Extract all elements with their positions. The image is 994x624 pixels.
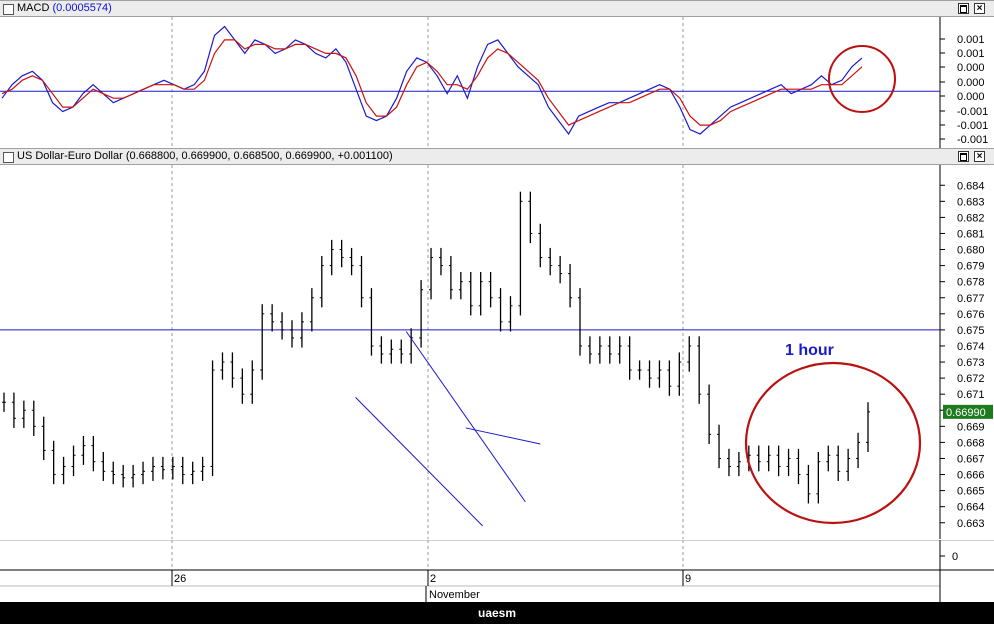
price-tick-label-13: 0.676 bbox=[957, 309, 985, 321]
price-tick-label-8: 0.671 bbox=[957, 389, 985, 401]
price-pane-header: US Dollar-Euro Dollar (0.668800, 0.66990… bbox=[0, 148, 994, 165]
price-maximize-button[interactable] bbox=[958, 151, 969, 162]
macd-tick-label-4: 0.000 bbox=[957, 91, 985, 103]
price-tick-label-9: 0.672 bbox=[957, 373, 985, 385]
price-tick-label-18: 0.681 bbox=[957, 228, 985, 240]
price-tick-label-14: 0.677 bbox=[957, 293, 985, 305]
price-close-button[interactable]: × bbox=[974, 151, 985, 162]
price-tick-label-17: 0.680 bbox=[957, 245, 985, 257]
macd-tick-label-6: -0.001 bbox=[957, 120, 988, 132]
price-trendline-2 bbox=[465, 427, 541, 445]
price-tick-label-4: 0.667 bbox=[957, 453, 985, 465]
price-tick-label-5: 0.668 bbox=[957, 437, 985, 449]
price-values: (0.668800, 0.669900, 0.668500, 0.669900,… bbox=[125, 150, 393, 162]
footer-bar: uaesm bbox=[0, 602, 994, 624]
macd-tick-label-5: -0.001 bbox=[957, 106, 988, 118]
macd-pane-header: MACD (0.0005574) × bbox=[0, 0, 994, 17]
macd-chart: 0.001 0.001 0.000 0.000 0.000 -0.001 -0.001 -0.… bbox=[0, 17, 988, 148]
price-highlight-circle bbox=[744, 361, 922, 525]
x-tick-label-0: 26 bbox=[174, 573, 186, 585]
price-tick-label-20: 0.683 bbox=[957, 196, 985, 208]
price-current-label: 0.66990 bbox=[946, 407, 986, 419]
price-title: US Dollar-Euro Dollar bbox=[17, 150, 123, 162]
macd-tick-label-7: -0.001 bbox=[957, 134, 988, 146]
macd-tick-label-2: 0.000 bbox=[957, 62, 985, 74]
price-pane-checkbox[interactable] bbox=[3, 152, 14, 163]
lower-pane: 0 26 2 9 November bbox=[0, 540, 994, 602]
lower-tick-label: 0 bbox=[952, 551, 958, 563]
price-chart: 0.6630.6640.6650.6660.6670.6680.6690.670… bbox=[0, 165, 993, 539]
price-trendline-0 bbox=[355, 397, 484, 527]
price-tick-label-11: 0.674 bbox=[957, 341, 985, 353]
macd-title: MACD bbox=[17, 2, 50, 14]
price-tick-label-16: 0.679 bbox=[957, 261, 985, 273]
price-tick-label-15: 0.678 bbox=[957, 277, 985, 289]
macd-tick-label-0: 0.001 bbox=[957, 34, 985, 46]
price-pane-title: US Dollar-Euro Dollar (0.668800, 0.66990… bbox=[17, 150, 393, 162]
macd-pane: MACD (0.0005574) × 0.001 0.001 0.000 0.000 0… bbox=[0, 0, 994, 148]
price-tick-label-12: 0.675 bbox=[957, 325, 985, 337]
macd-maximize-button[interactable] bbox=[958, 3, 969, 14]
timeframe-annotation: 1 hour bbox=[785, 342, 834, 359]
price-tick-label-21: 0.684 bbox=[957, 180, 985, 192]
macd-series-0 bbox=[1, 25, 863, 136]
macd-tick-label-3: 0.000 bbox=[957, 77, 985, 89]
price-tick-label-6: 0.669 bbox=[957, 421, 985, 433]
price-tick-label-19: 0.682 bbox=[957, 212, 985, 224]
macd-pane-checkbox[interactable] bbox=[3, 4, 14, 15]
macd-tick-label-1: 0.001 bbox=[957, 48, 985, 60]
price-tick-label-1: 0.664 bbox=[957, 502, 985, 514]
macd-highlight-circle bbox=[828, 45, 896, 113]
price-tick-label-10: 0.673 bbox=[957, 357, 985, 369]
price-trendline-1 bbox=[405, 331, 526, 503]
price-tick-label-0: 0.663 bbox=[957, 518, 985, 530]
macd-value: (0.0005574) bbox=[52, 2, 112, 14]
macd-pane-title: MACD (0.0005574) bbox=[17, 2, 112, 14]
macd-series-1 bbox=[1, 39, 863, 126]
price-pane: US Dollar-Euro Dollar (0.668800, 0.66990… bbox=[0, 148, 994, 540]
x-tick-label-1: 2 bbox=[430, 573, 436, 585]
price-tick-label-2: 0.665 bbox=[957, 486, 985, 498]
x-month-label: November bbox=[429, 589, 480, 601]
macd-close-button[interactable]: × bbox=[974, 3, 985, 14]
price-tick-label-3: 0.666 bbox=[957, 470, 985, 482]
footer-text: uaesm bbox=[477, 606, 517, 620]
x-tick-label-2: 9 bbox=[685, 573, 691, 585]
